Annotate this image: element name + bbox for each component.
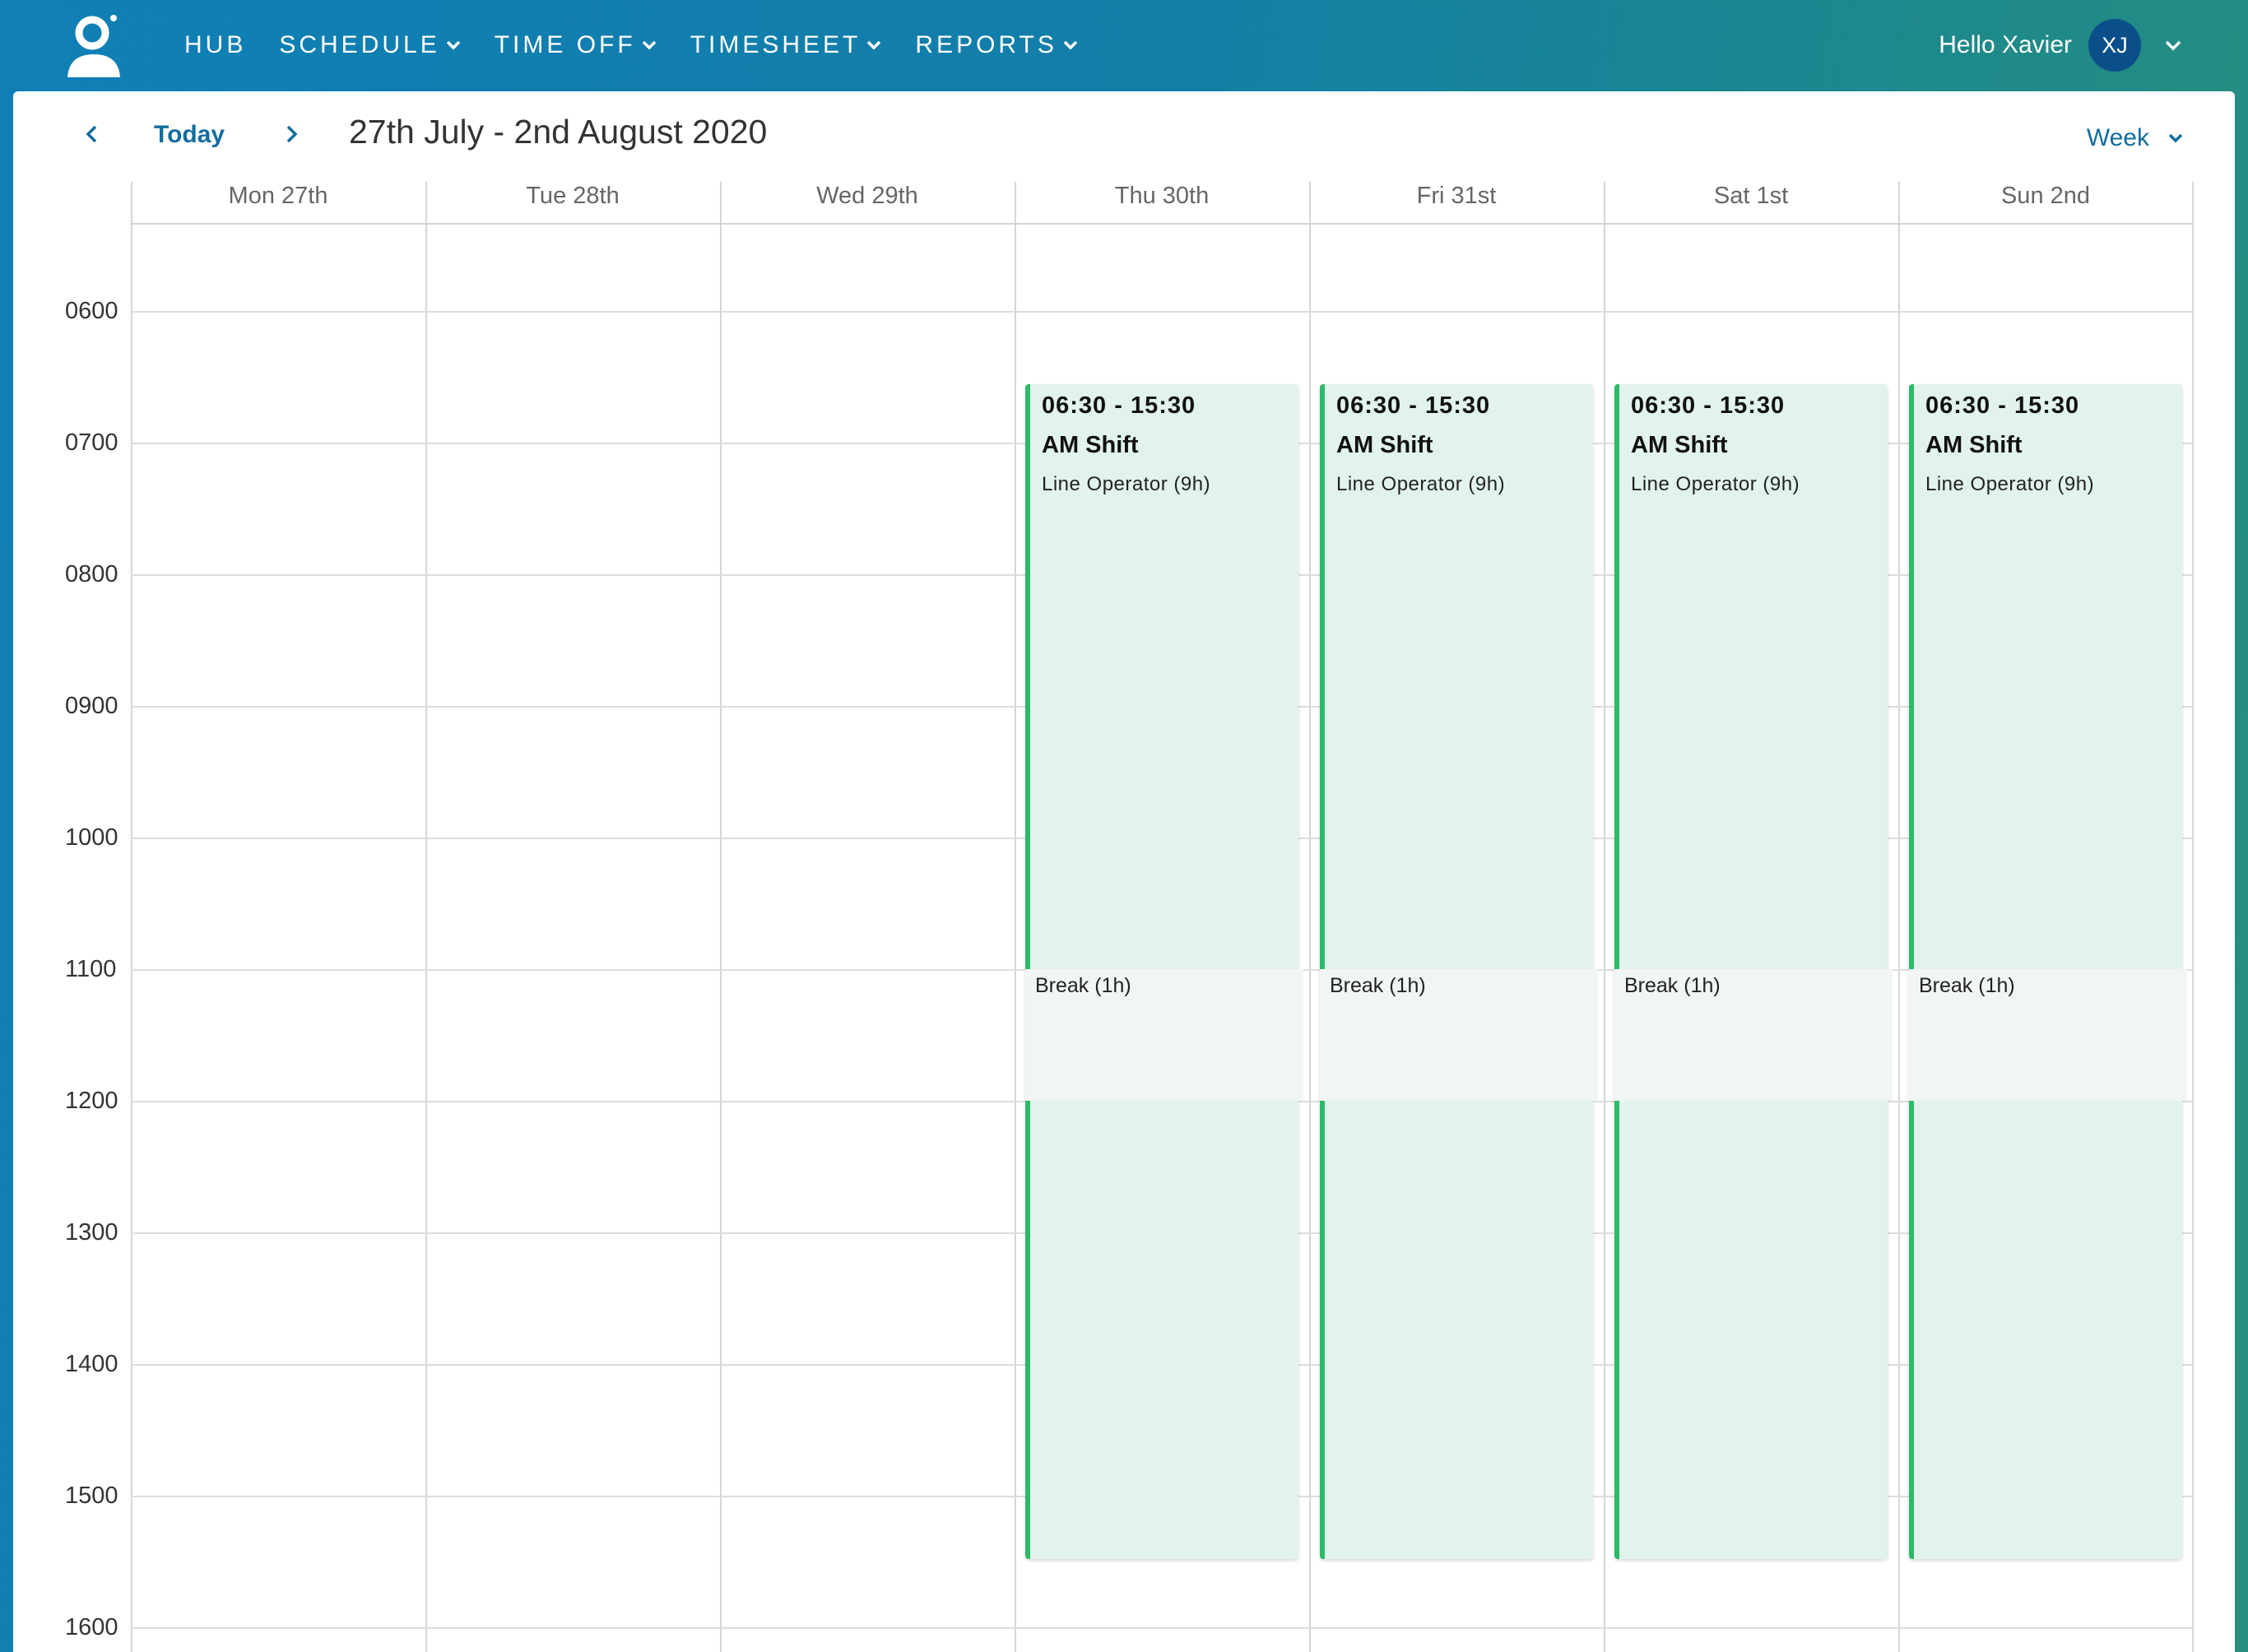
column-divider [1898,182,1900,1652]
hour-label: 0600 [65,298,118,324]
calendar-toolbar: Today 27th July - 2nd August 2020 Week [13,91,2235,182]
week-calendar-grid: Mon 27th Tue 28th Wed 29th Thu 30th Fri … [13,182,2235,1652]
schedule-panel: Today 27th July - 2nd August 2020 Week M… [13,91,2235,1652]
nav-time-off-label: TIME OFF [494,31,636,58]
shift-role: Line Operator (9h) [1631,473,1800,495]
user-greeting: Hello Xavier [1939,31,2072,58]
chevron-down-icon [867,40,881,50]
shift-role: Line Operator (9h) [1336,473,1506,495]
date-range-title: 27th July - 2nd August 2020 [349,113,768,151]
column-divider [2192,182,2194,1652]
shift-role: Line Operator (9h) [1925,473,2095,495]
shift-time: 06:30 - 15:30 [1042,392,1196,419]
day-header: Thu 30th [1114,183,1210,209]
break-label: Break (1h) [1330,974,1426,997]
view-select[interactable]: Week [2087,124,2184,152]
nav-time-off[interactable]: TIME OFF [495,31,657,59]
column-divider [425,182,427,1652]
hour-label: 1600 [65,1614,118,1640]
shift-break: Break (1h) [1909,969,2187,1101]
shift-break: Break (1h) [1614,969,1893,1101]
hour-label: 1500 [65,1483,118,1509]
hour-label: 1300 [65,1219,118,1246]
shift-name: AM Shift [1925,432,2023,458]
hour-label: 1400 [65,1351,118,1377]
day-header: Tue 28th [526,183,620,209]
hour-label: 0800 [65,561,118,587]
avatar[interactable]: XJ [2088,19,2141,72]
break-label: Break (1h) [1035,974,1131,997]
day-header-row: Mon 27th Tue 28th Wed 29th Thu 30th Fri … [131,182,2192,225]
view-select-label: Week [2086,124,2149,151]
shift-name: AM Shift [1631,432,1728,458]
main-nav: HUB SCHEDULE TIME OFF TIMESHEET REPORTS [184,0,1112,90]
hour-label: 0700 [65,429,118,456]
day-header: Sat 1st [1713,183,1789,209]
column-divider [1604,182,1605,1652]
chevron-down-icon [446,40,460,50]
column-divider [1015,182,1016,1652]
hour-line [131,1627,2192,1629]
nav-reports-label: REPORTS [915,31,1057,58]
hour-label: 1100 [65,956,117,982]
hour-label: 1000 [65,824,118,851]
hour-label: 1200 [65,1088,118,1114]
chevron-down-icon [2168,133,2183,143]
shift-role: Line Operator (9h) [1042,473,1211,495]
hour-label: 0900 [65,693,118,719]
user-menu[interactable]: Hello Xavier XJ [1939,0,2182,90]
shift-name: AM Shift [1336,432,1433,458]
shift-card[interactable]: 06:30 - 15:30 AM Shift Line Operator (9h… [1909,384,2187,1559]
chevron-down-icon [642,40,656,50]
shift-break: Break (1h) [1320,969,1598,1101]
chevron-down-icon[interactable] [2164,39,2182,51]
nav-schedule[interactable]: SCHEDULE [279,31,461,59]
shift-time: 06:30 - 15:30 [1336,392,1491,419]
column-divider [720,182,722,1652]
day-header: Sun 2nd [2000,183,2091,209]
nav-timesheet[interactable]: TIMESHEET [690,31,883,59]
shift-time: 06:30 - 15:30 [1925,392,2080,419]
chevron-left-icon[interactable] [79,120,105,148]
shift-break: Break (1h) [1025,969,1303,1101]
nav-timesheet-label: TIMESHEET [690,31,862,58]
shift-card[interactable]: 06:30 - 15:30 AM Shift Line Operator (9h… [1320,384,1598,1559]
chevron-right-icon[interactable] [278,120,304,148]
shift-time: 06:30 - 15:30 [1631,392,1786,419]
nav-reports[interactable]: REPORTS [915,31,1078,59]
shift-name: AM Shift [1042,432,1139,458]
nav-hub-label: HUB [184,31,247,58]
column-divider [131,182,132,1652]
top-navigation-bar: HUB SCHEDULE TIME OFF TIMESHEET REPORTS … [0,0,2248,90]
hour-line [131,311,2192,313]
app-logo-icon[interactable] [64,13,123,79]
day-header: Mon 27th [228,183,328,209]
day-header: Fri 31st [1416,183,1497,209]
shift-card[interactable]: 06:30 - 15:30 AM Shift Line Operator (9h… [1025,384,1303,1559]
nav-schedule-label: SCHEDULE [279,31,440,58]
nav-hub[interactable]: HUB [184,31,246,59]
break-label: Break (1h) [1624,974,1721,997]
chevron-down-icon [1063,40,1078,50]
shift-card[interactable]: 06:30 - 15:30 AM Shift Line Operator (9h… [1614,384,1893,1559]
column-divider [1309,182,1311,1652]
break-label: Break (1h) [1919,974,2015,997]
day-header: Wed 29th [816,183,918,209]
today-button[interactable]: Today [154,121,225,149]
